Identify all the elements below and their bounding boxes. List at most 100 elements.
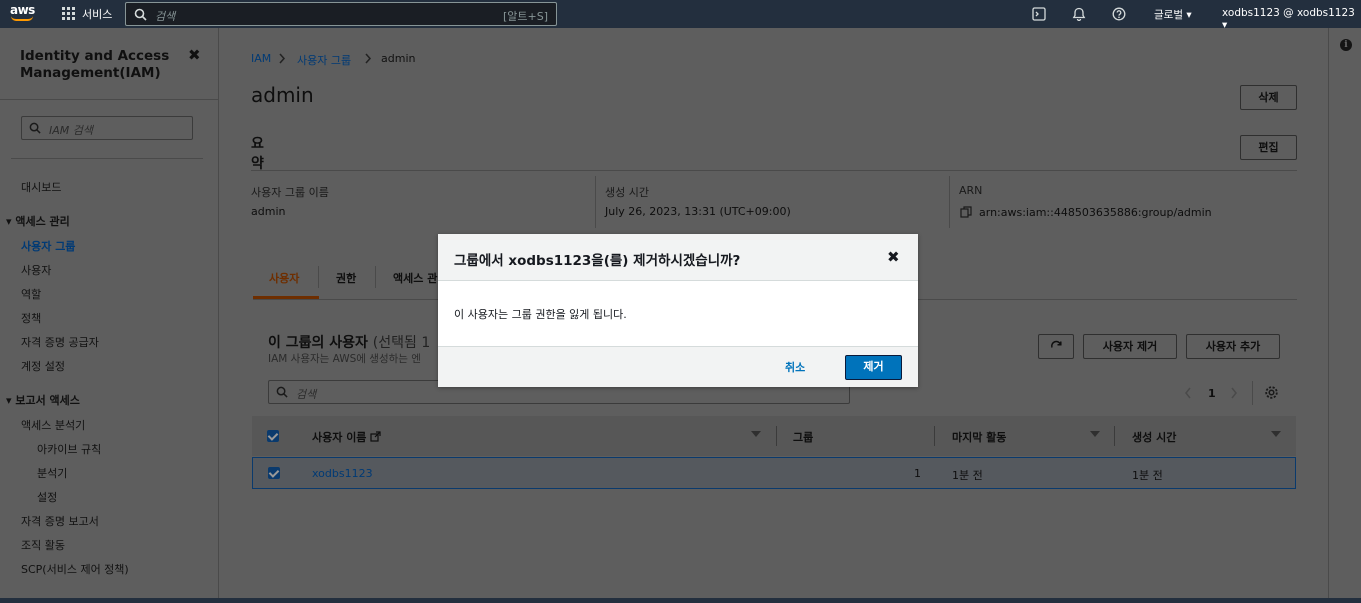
sidebar-item-account-settings[interactable]: 계정 설정	[21, 358, 65, 374]
sidebar-item-identity-providers[interactable]: 자격 증명 공급자	[21, 334, 99, 350]
chevron-right-icon	[365, 53, 372, 64]
group-name-value: admin	[251, 205, 286, 218]
sidebar-item-users[interactable]: 사용자	[21, 262, 51, 278]
sidebar-item-analyzers[interactable]: 분석기	[37, 465, 67, 481]
user-created: 1분 전	[1132, 469, 1163, 482]
services-menu[interactable]: 서비스	[82, 6, 112, 22]
sidebar-section-access-reports[interactable]: ▾ 보고서 액세스	[6, 392, 80, 408]
column-last-activity[interactable]: 마지막 활동	[952, 429, 1006, 445]
search-shortcut: [알트+S]	[502, 10, 548, 23]
close-sidebar-icon[interactable]: ✖	[188, 46, 201, 64]
column-groups[interactable]: 그룹	[793, 429, 813, 445]
page-title: admin	[251, 83, 314, 107]
footer-bar	[0, 598, 1361, 603]
top-navigation: aws 서비스 검색 [알트+S] 글로벌 ▾ xodbs1123 @ xodb…	[0, 0, 1361, 31]
sidebar-item-user-groups[interactable]: 사용자 그룹	[21, 238, 75, 254]
refresh-icon	[1050, 340, 1062, 348]
sidebar-item-access-analyzer[interactable]: 액세스 분석기	[21, 417, 85, 433]
dialog-message: 이 사용자는 그룹 권한을 잃게 됩니다.	[454, 308, 627, 321]
iam-search-input[interactable]: IAM 검색	[21, 116, 193, 140]
column-user-name[interactable]: 사용자 이름	[312, 429, 381, 445]
selected-count: (선택됨 1	[372, 335, 431, 351]
divider	[776, 426, 777, 446]
iam-search-placeholder: IAM 검색	[49, 124, 93, 137]
divider	[11, 158, 203, 159]
region-selector[interactable]: 글로벌 ▾	[1154, 7, 1192, 22]
divider	[375, 266, 376, 288]
help-icon[interactable]	[1112, 7, 1126, 21]
refresh-button[interactable]	[1038, 334, 1074, 359]
sidebar-item-analyzer-settings[interactable]: 설정	[37, 489, 57, 505]
created-time-label: 생성 시간	[605, 186, 649, 199]
sort-caret-icon[interactable]	[1271, 431, 1281, 437]
settings-gear-icon[interactable]	[1264, 385, 1279, 400]
sidebar-item-dashboard[interactable]: 대시보드	[21, 179, 61, 195]
sidebar-item-roles[interactable]: 역할	[21, 286, 41, 302]
divider	[949, 176, 950, 228]
cloudshell-icon[interactable]	[1032, 7, 1046, 21]
arn-value: arn:aws:iam::448503635886:group/admin	[979, 206, 1212, 219]
right-info-rail: i	[1328, 28, 1361, 598]
dialog-footer: 취소 제거	[438, 346, 918, 387]
sidebar-item-credential-report[interactable]: 자격 증명 보고서	[21, 513, 99, 529]
aws-logo-text: aws	[10, 3, 35, 17]
section-label: 보고서 액세스	[15, 394, 80, 407]
divider	[1252, 381, 1253, 405]
copy-icon[interactable]	[960, 206, 972, 218]
sort-caret-icon[interactable]	[1090, 431, 1100, 437]
section-label: 액세스 관리	[15, 215, 70, 228]
sidebar-item-organization-activity[interactable]: 조직 활동	[21, 537, 65, 553]
column-label: 사용자 이름	[312, 431, 367, 444]
info-icon[interactable]: i	[1340, 39, 1352, 51]
add-user-button[interactable]: 사용자 추가	[1186, 334, 1280, 359]
chevron-right-icon	[279, 53, 286, 64]
aws-logo-smile	[11, 16, 33, 21]
row-checkbox[interactable]	[268, 467, 280, 479]
users-search-placeholder: 검색	[296, 388, 317, 401]
table-header: 사용자 이름 그룹 마지막 활동 생성 시간	[252, 416, 1296, 456]
tab-access-advisor[interactable]: 액세스 관	[393, 270, 437, 286]
sort-caret-icon[interactable]	[751, 431, 761, 437]
notifications-bell-icon[interactable]	[1072, 7, 1086, 21]
delete-group-button[interactable]: 삭제	[1240, 85, 1297, 110]
dialog-title: 그룹에서 xodbs1123을(를) 제거하시겠습니까?	[454, 253, 741, 269]
breadcrumb-iam[interactable]: IAM	[251, 52, 271, 65]
next-page-icon[interactable]	[1230, 387, 1238, 399]
remove-user-dialog: 그룹에서 xodbs1123을(를) 제거하시겠습니까? ✖ 이 사용자는 그룹…	[438, 234, 918, 387]
table-row[interactable]: xodbs1123 1 1분 전 1분 전	[252, 457, 1296, 489]
global-search-input[interactable]: 검색 [알트+S]	[125, 2, 557, 26]
search-icon	[134, 8, 147, 21]
summary-heading: 요약	[251, 136, 264, 172]
column-created[interactable]: 생성 시간	[1132, 429, 1176, 445]
tab-permissions[interactable]: 권한	[336, 270, 356, 286]
search-placeholder: 검색	[155, 10, 176, 23]
close-icon[interactable]: ✖	[887, 248, 900, 266]
divider	[595, 176, 596, 228]
user-group-count: 1	[914, 467, 921, 480]
cancel-button[interactable]: 취소	[785, 359, 805, 375]
arn-label: ARN	[959, 184, 983, 197]
sidebar-section-access-management[interactable]: ▾ 액세스 관리	[6, 213, 70, 229]
user-last-activity: 1분 전	[952, 469, 983, 482]
divider	[251, 170, 1297, 171]
sidebar-item-policies[interactable]: 정책	[21, 310, 41, 326]
confirm-remove-button[interactable]: 제거	[845, 355, 902, 380]
current-page-number[interactable]: 1	[1208, 387, 1216, 400]
select-all-checkbox[interactable]	[267, 430, 279, 442]
panel-title-text: 이 그룹의 사용자	[268, 335, 368, 351]
breadcrumb-user-groups[interactable]: 사용자 그룹	[297, 52, 351, 68]
tab-users[interactable]: 사용자	[269, 270, 299, 286]
divider	[1114, 426, 1115, 446]
panel-description: IAM 사용자는 AWS에 생성하는 엔	[268, 353, 421, 365]
panel-title: 이 그룹의 사용자 (선택됨 1	[268, 332, 430, 352]
search-icon	[276, 386, 288, 398]
sidebar-item-archive-rules[interactable]: 아카이브 규칙	[37, 441, 101, 457]
user-name-link[interactable]: xodbs1123	[312, 467, 373, 480]
group-name-label: 사용자 그룹 이름	[251, 186, 329, 199]
services-grid-icon[interactable]	[62, 7, 75, 20]
previous-page-icon[interactable]	[1184, 387, 1192, 399]
divider	[0, 99, 219, 100]
remove-user-button[interactable]: 사용자 제거	[1083, 334, 1177, 359]
edit-group-button[interactable]: 편집	[1240, 135, 1297, 160]
sidebar-item-scps[interactable]: SCP(서비스 제어 정책)	[21, 561, 129, 577]
